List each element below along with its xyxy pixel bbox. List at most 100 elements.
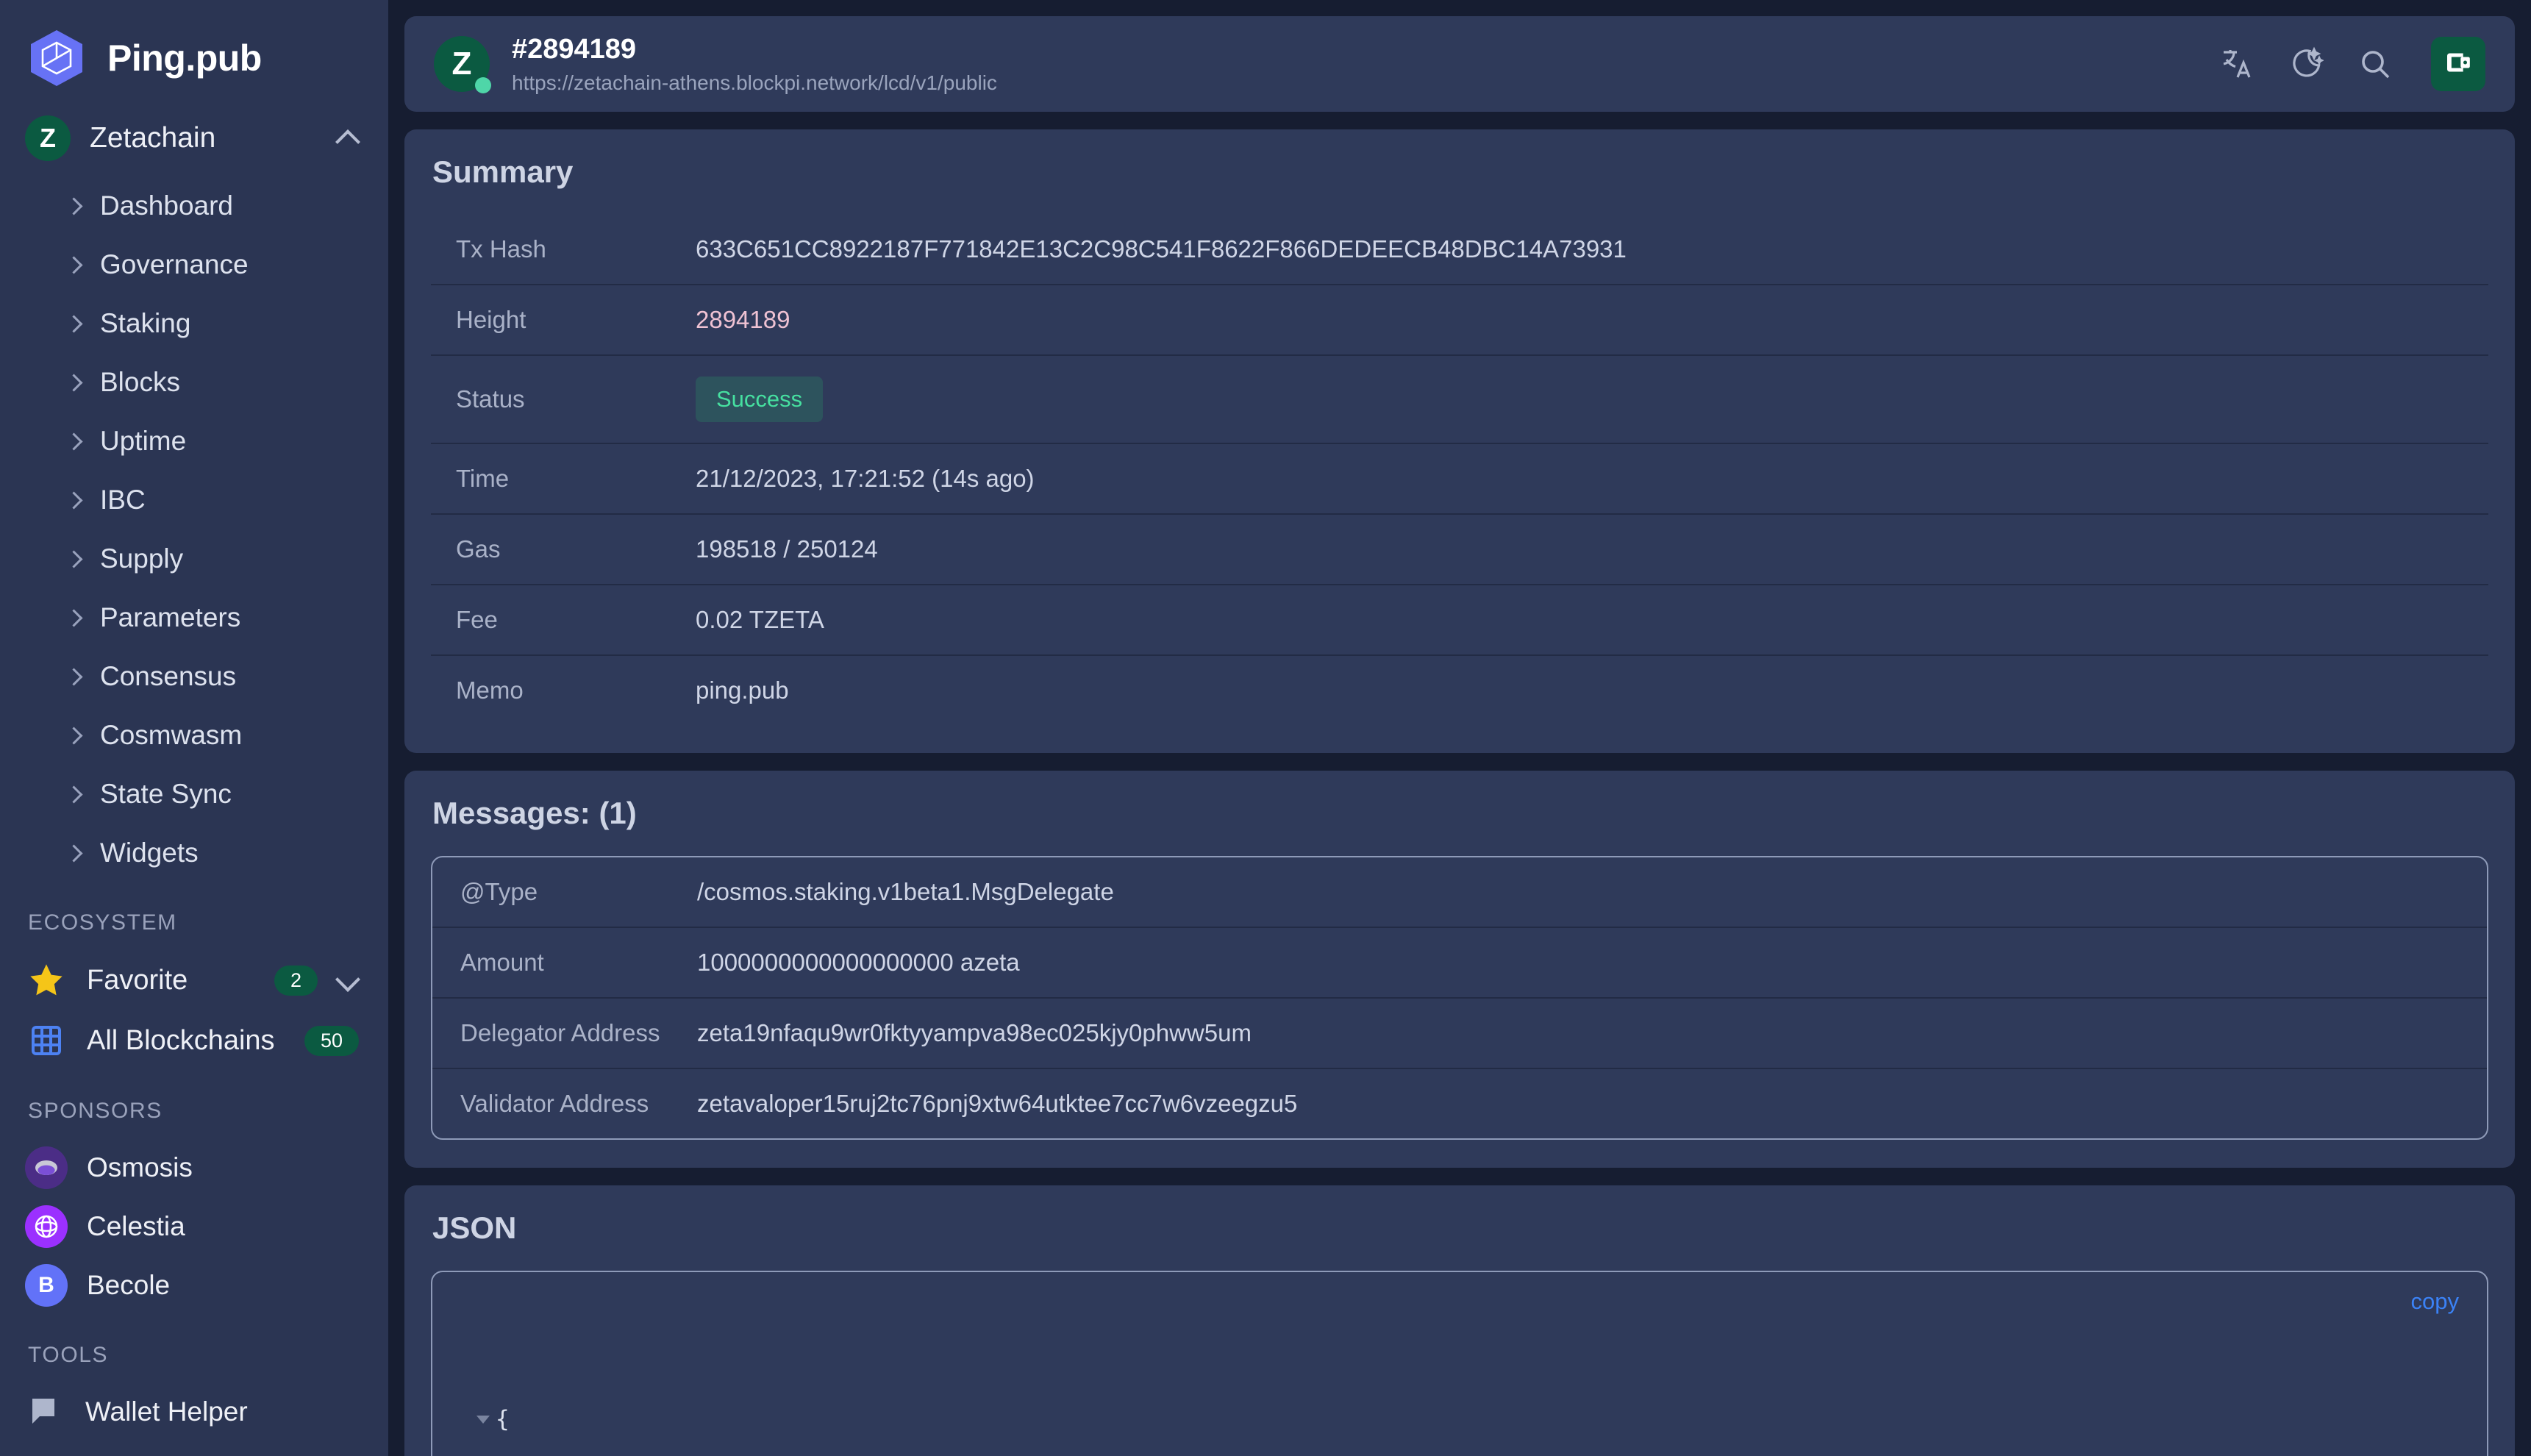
chevron-down-icon[interactable]	[337, 969, 359, 991]
json-line[interactable]: {	[457, 1405, 2462, 1435]
chevron-right-icon	[68, 609, 79, 627]
sidebar-item-all-blockchains[interactable]: All Blockchains 50	[0, 1010, 388, 1071]
sponsor-item-becole[interactable]: B Becole	[0, 1256, 388, 1315]
delegator-address-value: zeta19nfaqu9wr0fktyyampva98ec025kjy0phww…	[697, 1019, 1252, 1046]
chevron-right-icon	[68, 315, 79, 332]
celestia-logo-icon	[25, 1205, 68, 1248]
sidebar-item-parameters[interactable]: Parameters	[0, 588, 388, 647]
osmosis-logo-icon	[25, 1146, 68, 1189]
sidebar-item-widgets[interactable]: Widgets	[0, 824, 388, 882]
sidebar-item-supply[interactable]: Supply	[0, 529, 388, 588]
brand-title: Ping.pub	[107, 38, 262, 79]
sidebar-item-label: Widgets	[100, 838, 199, 868]
summary-table: Tx Hash 633C651CC8922187F771842E13C2C98C…	[431, 215, 2488, 725]
table-row: Delegator Address zeta19nfaqu9wr0fktyyam…	[432, 998, 2487, 1068]
sidebar-item-label: Supply	[100, 543, 184, 574]
sidebar-item-cosmwasm[interactable]: Cosmwasm	[0, 706, 388, 765]
sponsor-item-osmosis[interactable]: Osmosis	[0, 1138, 388, 1197]
row-key: Fee	[456, 606, 498, 633]
sidebar-item-label: Consensus	[100, 661, 237, 691]
sidebar-nav: Dashboard Governance Staking Blocks Upti…	[0, 176, 388, 882]
chain-selector[interactable]: Z Zetachain	[0, 109, 388, 168]
json-line-text: {	[496, 1406, 510, 1433]
sidebar-item-consensus[interactable]: Consensus	[0, 647, 388, 706]
all-blockchains-count-badge: 50	[304, 1025, 359, 1056]
row-key: @Type	[460, 878, 538, 905]
msg-amount-value: 1000000000000000000 azeta	[697, 949, 1020, 976]
table-row: Validator Address zetavaloper15ruj2tc76p…	[432, 1068, 2487, 1138]
sidebar-item-favorite[interactable]: Favorite 2	[0, 950, 388, 1010]
json-viewer: copy { tx: { auth_info: {	[431, 1271, 2488, 1456]
summary-card: Summary Tx Hash 633C651CC8922187F771842E…	[404, 129, 2515, 753]
becole-logo-icon: B	[25, 1264, 68, 1307]
chevron-right-icon	[68, 844, 79, 862]
header-actions	[2216, 37, 2485, 91]
app-root: Ping.pub Z Zetachain Dashboard Governanc…	[0, 0, 2531, 1456]
grid-icon	[25, 1019, 68, 1062]
avatar: Z	[434, 36, 491, 93]
endpoint-url: https://zetachain-athens.blockpi.network…	[512, 71, 997, 94]
row-key: Time	[456, 465, 510, 492]
time-value: 21/12/2023, 17:21:52 (14s ago)	[696, 465, 1035, 492]
favorite-count-badge: 2	[274, 965, 318, 996]
table-row: Fee 0.02 TZETA	[431, 585, 2488, 655]
messages-card: Messages: (1) @Type /cosmos.staking.v1be…	[404, 771, 2515, 1168]
row-key: Validator Address	[460, 1090, 649, 1117]
sidebar-item-uptime[interactable]: Uptime	[0, 412, 388, 471]
sidebar-item-label: Staking	[100, 308, 191, 338]
fee-value: 0.02 TZETA	[696, 606, 824, 633]
brand[interactable]: Ping.pub	[0, 0, 388, 88]
sidebar: Ping.pub Z Zetachain Dashboard Governanc…	[0, 0, 388, 1456]
sidebar-item-blocks[interactable]: Blocks	[0, 353, 388, 412]
row-key: Gas	[456, 535, 501, 563]
summary-title: Summary	[432, 154, 574, 189]
status-badge: Success	[696, 377, 824, 422]
row-key: Amount	[460, 949, 544, 976]
zetachain-avatar: Z	[25, 115, 71, 161]
chain-name: Zetachain	[90, 122, 216, 154]
chevron-right-icon	[68, 491, 79, 509]
section-ecosystem-label: ECOSYSTEM	[28, 910, 177, 935]
search-icon[interactable]	[2355, 43, 2396, 85]
table-row: @Type /cosmos.staking.v1beta1.MsgDelegat…	[432, 857, 2487, 927]
favorite-label: Favorite	[87, 964, 188, 996]
sidebar-item-state-sync[interactable]: State Sync	[0, 765, 388, 824]
sidebar-item-staking[interactable]: Staking	[0, 294, 388, 353]
chevron-right-icon	[68, 550, 79, 568]
chain-header-card: Z #2894189 https://zetachain-athens.bloc…	[404, 16, 2515, 112]
table-row: Height 2894189	[431, 285, 2488, 355]
sidebar-item-dashboard[interactable]: Dashboard	[0, 176, 388, 235]
json-tree: { tx: { auth_info: { fee: {	[457, 1291, 2462, 1456]
sidebar-item-governance[interactable]: Governance	[0, 235, 388, 294]
memo-value: ping.pub	[696, 677, 789, 704]
sidebar-item-label: Dashboard	[100, 190, 234, 221]
cube-hexagon-icon	[25, 26, 88, 90]
sidebar-item-label: Governance	[100, 249, 249, 279]
chevron-right-icon	[68, 256, 79, 274]
online-status-dot	[475, 77, 491, 93]
all-blockchains-label: All Blockchains	[87, 1024, 275, 1056]
chevron-up-icon[interactable]	[337, 127, 359, 149]
sponsor-label: Osmosis	[87, 1152, 193, 1182]
sidebar-item-label: Blocks	[100, 367, 180, 397]
sidebar-item-label: Cosmwasm	[100, 720, 243, 750]
chevron-right-icon	[68, 785, 79, 803]
row-key: Tx Hash	[456, 235, 546, 263]
translate-icon[interactable]	[2216, 43, 2257, 85]
json-title: JSON	[432, 1210, 517, 1245]
sponsor-label: Becole	[87, 1270, 171, 1300]
messages-title: Messages: (1)	[432, 796, 637, 830]
table-row: Time 21/12/2023, 17:21:52 (14s ago)	[431, 443, 2488, 514]
sidebar-item-wallet-helper[interactable]: Wallet Helper	[0, 1382, 388, 1441]
table-row: Status Success	[431, 355, 2488, 443]
height-value[interactable]: 2894189	[696, 285, 2488, 355]
star-icon	[25, 959, 68, 1002]
dark-mode-icon[interactable]	[2285, 43, 2327, 85]
wallet-button[interactable]	[2431, 37, 2485, 91]
sidebar-item-ibc[interactable]: IBC	[0, 471, 388, 529]
page-title: #2894189	[512, 33, 637, 65]
row-key: Height	[456, 306, 526, 333]
chevron-right-icon	[68, 432, 79, 450]
copy-button[interactable]: copy	[2411, 1288, 2459, 1315]
sponsor-item-celestia[interactable]: Celestia	[0, 1197, 388, 1256]
